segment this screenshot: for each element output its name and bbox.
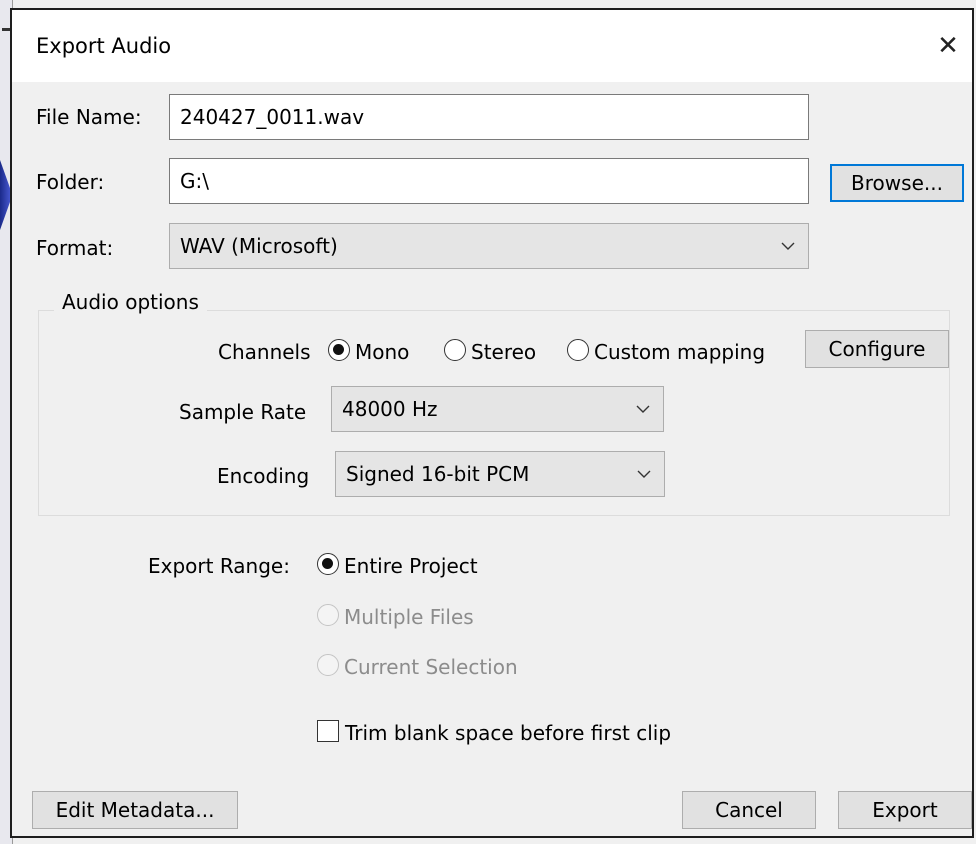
encoding-select[interactable]: Signed 16-bit PCM xyxy=(335,451,665,497)
export-audio-dialog: Export Audio ✕ File Name: 240427_0011.wa… xyxy=(10,8,974,838)
export-range-label: Export Range: xyxy=(148,554,290,578)
channel-custom-mapping-label[interactable]: Custom mapping xyxy=(594,340,765,364)
file-name-input[interactable]: 240427_0011.wav xyxy=(169,94,809,140)
encoding-label: Encoding xyxy=(217,464,310,488)
folder-label: Folder: xyxy=(36,170,105,194)
background-menu-mark xyxy=(2,28,10,31)
edit-metadata-button[interactable]: Edit Metadata... xyxy=(32,791,238,829)
close-button[interactable]: ✕ xyxy=(930,28,966,64)
range-entire-project-radio[interactable] xyxy=(317,553,339,575)
sample-rate-selected-value: 48000 Hz xyxy=(342,397,438,421)
range-multiple-files-radio xyxy=(317,604,339,626)
screen: Export Audio ✕ File Name: 240427_0011.wa… xyxy=(0,0,976,844)
range-current-selection-label: Current Selection xyxy=(344,655,518,679)
format-label: Format: xyxy=(36,236,114,260)
range-current-selection-radio xyxy=(317,654,339,676)
browse-button[interactable]: Browse... xyxy=(830,164,964,202)
folder-input[interactable]: G:\ xyxy=(169,158,809,204)
channel-stereo-radio[interactable] xyxy=(444,339,466,361)
channel-mono-radio[interactable] xyxy=(328,339,350,361)
background-app-arrow xyxy=(0,160,10,230)
trim-blank-space-label[interactable]: Trim blank space before first clip xyxy=(345,721,671,745)
chevron-down-icon xyxy=(637,470,651,478)
file-name-label: File Name: xyxy=(36,105,142,129)
trim-blank-space-checkbox[interactable] xyxy=(317,720,339,742)
channel-mono-label[interactable]: Mono xyxy=(355,340,409,364)
channels-label: Channels xyxy=(218,340,311,364)
channel-stereo-label[interactable]: Stereo xyxy=(471,340,536,364)
sample-rate-select[interactable]: 48000 Hz xyxy=(331,386,664,432)
close-icon: ✕ xyxy=(937,31,959,61)
configure-button[interactable]: Configure xyxy=(805,330,949,368)
cancel-button[interactable]: Cancel xyxy=(682,791,816,829)
sample-rate-label: Sample Rate xyxy=(179,400,307,424)
range-entire-project-label[interactable]: Entire Project xyxy=(344,554,478,578)
audio-options-title: Audio options xyxy=(54,290,207,314)
export-button[interactable]: Export xyxy=(838,791,972,829)
range-multiple-files-label: Multiple Files xyxy=(344,605,474,629)
dialog-title: Export Audio xyxy=(36,34,172,58)
format-select[interactable]: WAV (Microsoft) xyxy=(169,223,809,269)
title-bar[interactable]: Export Audio ✕ xyxy=(12,10,972,82)
chevron-down-icon xyxy=(781,242,795,250)
chevron-down-icon xyxy=(636,405,650,413)
encoding-selected-value: Signed 16-bit PCM xyxy=(346,462,530,486)
channel-custom-mapping-radio[interactable] xyxy=(567,339,589,361)
format-selected-value: WAV (Microsoft) xyxy=(180,234,338,258)
